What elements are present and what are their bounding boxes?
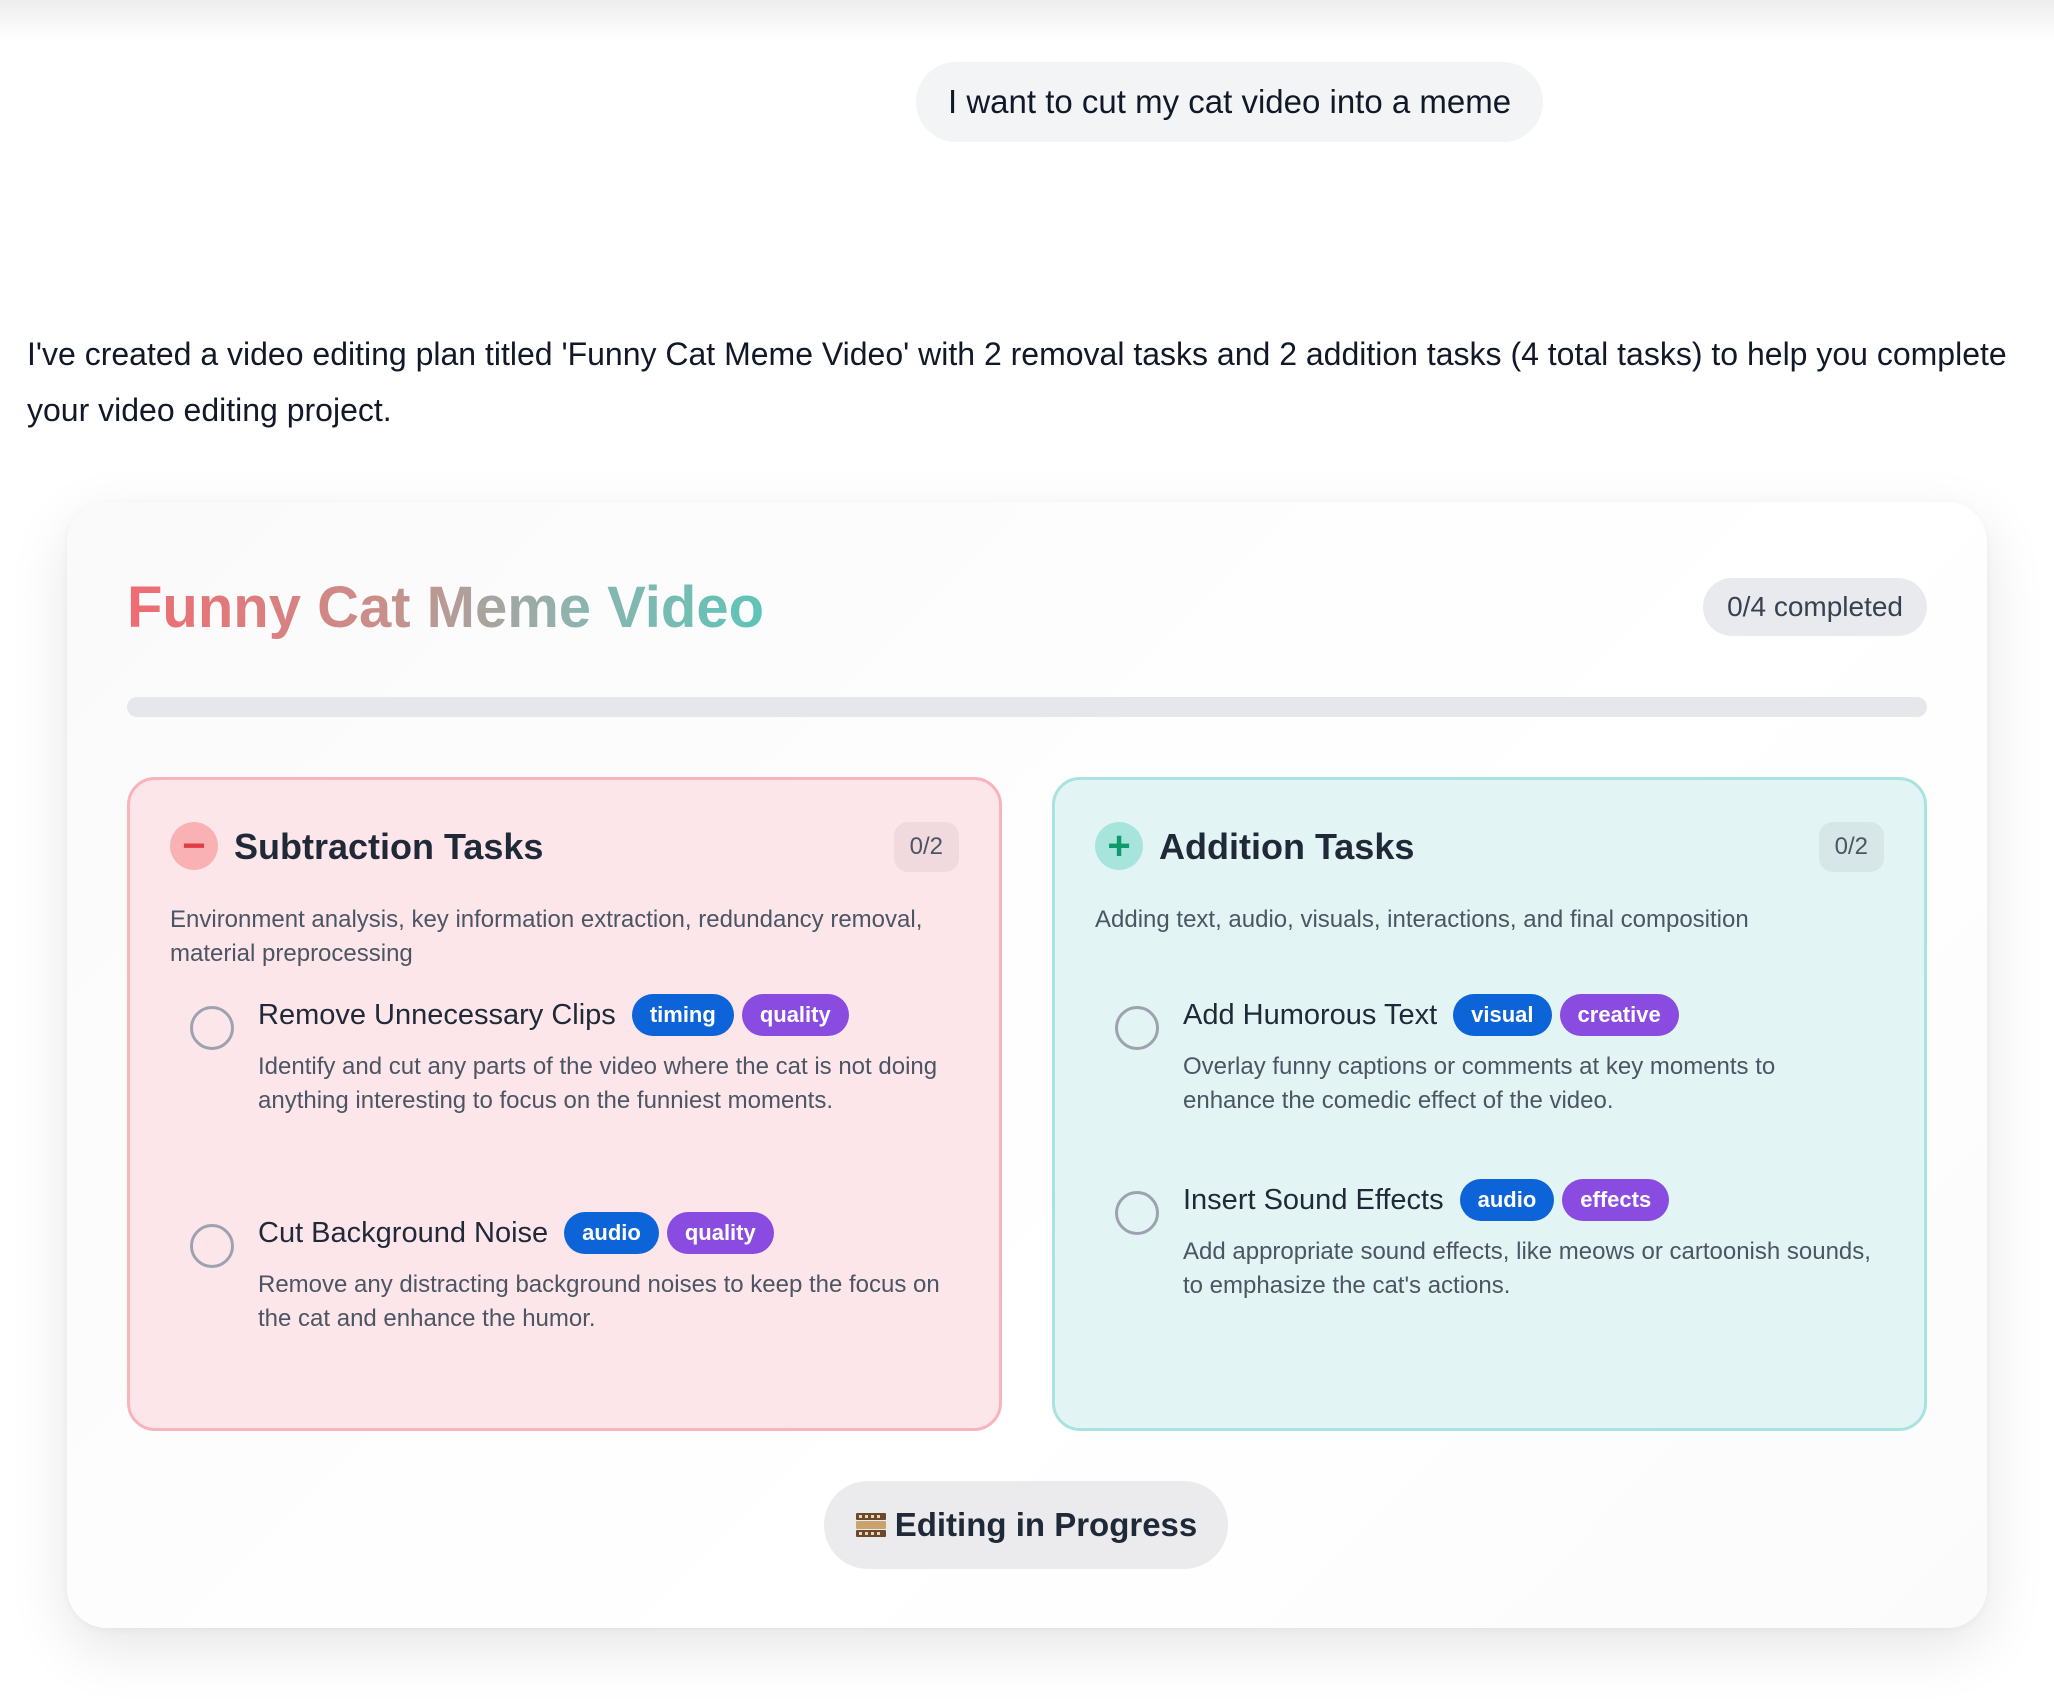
status-pill: Editing in Progress — [824, 1481, 1228, 1569]
addition-header: + Addition Tasks 0/2 — [1095, 822, 1884, 872]
subtraction-count: 0/2 — [893, 822, 959, 872]
task-tag: visual — [1453, 994, 1552, 1036]
subtraction-title: Subtraction Tasks — [234, 826, 544, 867]
subtraction-header: − Subtraction Tasks 0/2 — [170, 822, 959, 872]
task-title: Add Humorous Text — [1183, 999, 1438, 1031]
chat-page: I want to cut my cat video into a meme I… — [0, 0, 2054, 1702]
task-header: Insert Sound Effects audio effects — [1183, 1175, 1873, 1225]
addition-title: Addition Tasks — [1159, 826, 1415, 867]
completed-badge: 0/4 completed — [1703, 578, 1927, 636]
task-checkbox[interactable] — [190, 1224, 234, 1268]
task-title: Insert Sound Effects — [1183, 1184, 1444, 1216]
progress-bar — [127, 697, 1927, 717]
task-body: Remove Unnecessary Clips timing quality … — [258, 990, 948, 1118]
subtraction-description: Environment analysis, key information ex… — [170, 906, 923, 967]
addition-count: 0/2 — [1818, 822, 1884, 872]
task-description: Identify and cut any parts of the video … — [258, 1053, 938, 1114]
task-tag: creative — [1559, 994, 1679, 1036]
task-body: Insert Sound Effects audio effects Add a… — [1183, 1175, 1873, 1303]
addition-tasks-panel: + Addition Tasks 0/2 Adding text, audio,… — [1052, 777, 1927, 1431]
task-checkbox[interactable] — [190, 1006, 234, 1050]
assistant-message: I've created a video editing plan titled… — [27, 336, 2007, 428]
task-title: Cut Background Noise — [258, 1217, 549, 1249]
task-tag: quality — [741, 994, 849, 1036]
task-tag: audio — [564, 1212, 659, 1254]
minus-icon: − — [170, 822, 218, 870]
task-body: Add Humorous Text visual creative Overla… — [1183, 990, 1873, 1118]
task-title: Remove Unnecessary Clips — [258, 999, 616, 1031]
addition-description: Adding text, audio, visuals, interaction… — [1095, 906, 1749, 933]
task-description: Add appropriate sound effects, like meow… — [1183, 1238, 1871, 1299]
task-body: Cut Background Noise audio quality Remov… — [258, 1208, 948, 1336]
task-tag: effects — [1562, 1179, 1670, 1221]
plan-title: Funny Cat Meme Video — [127, 568, 764, 648]
task-tag: timing — [631, 994, 734, 1036]
task-tag: quality — [666, 1212, 774, 1254]
plus-icon: + — [1095, 822, 1143, 870]
task-description: Remove any distracting background noises… — [258, 1271, 940, 1332]
task-checkbox[interactable] — [1115, 1006, 1159, 1050]
task-header: Cut Background Noise audio quality — [258, 1208, 948, 1258]
task-header: Remove Unnecessary Clips timing quality — [258, 990, 948, 1040]
task-header: Add Humorous Text visual creative — [1183, 990, 1873, 1040]
task-tag: audio — [1459, 1179, 1555, 1221]
task-description: Overlay funny captions or comments at ke… — [1183, 1053, 1776, 1114]
subtraction-tasks-panel: − Subtraction Tasks 0/2 Environment anal… — [127, 777, 1002, 1431]
film-frames-icon — [855, 1513, 886, 1537]
user-message-bubble: I want to cut my cat video into a meme — [916, 62, 1544, 142]
plan-card: Funny Cat Meme Video 0/4 completed − Sub… — [67, 502, 1987, 1628]
top-shadow — [0, 0, 2054, 40]
status-label: Editing in Progress — [894, 1506, 1198, 1543]
task-checkbox[interactable] — [1115, 1191, 1159, 1235]
